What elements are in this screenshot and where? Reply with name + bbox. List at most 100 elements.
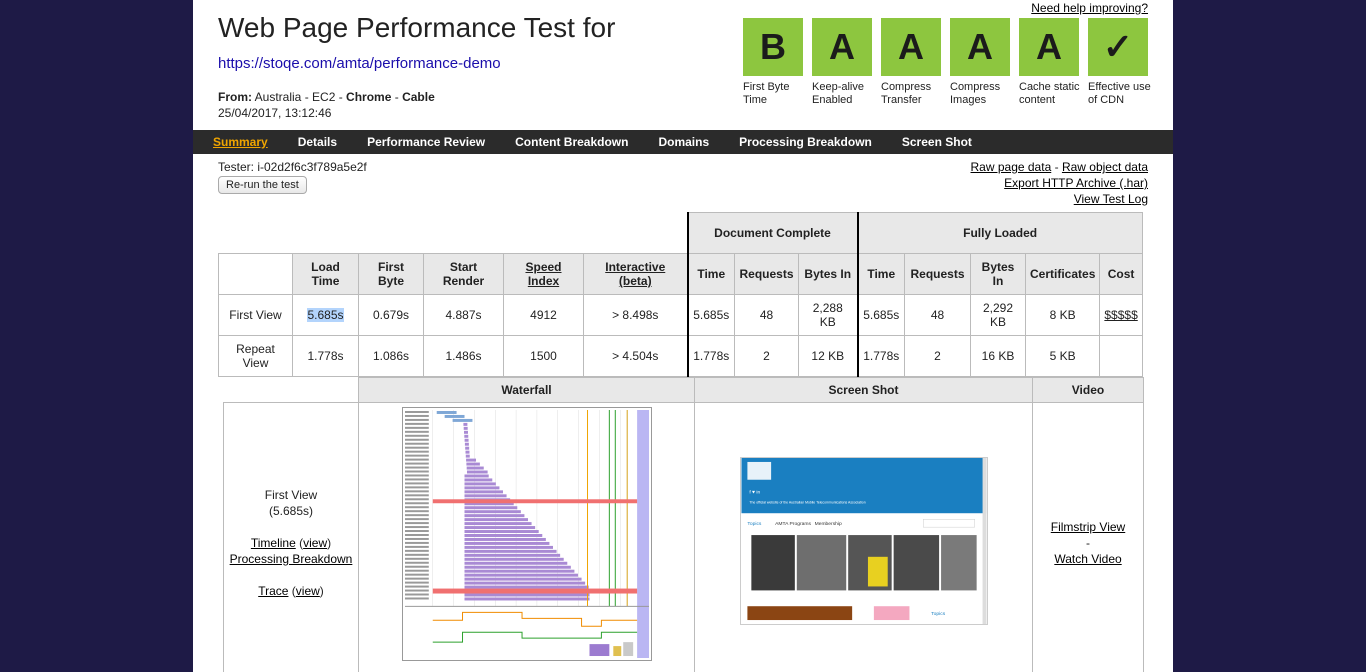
filmstrip-view-link[interactable]: Filmstrip View xyxy=(1051,520,1125,534)
cost-link[interactable]: $$$$$ xyxy=(1104,308,1137,322)
cell-start-render: 1.486s xyxy=(423,335,504,377)
video-links-separator: - xyxy=(1086,535,1090,550)
waterfall-row-label xyxy=(404,430,429,433)
waterfall-bar xyxy=(465,458,476,462)
highlight-row xyxy=(432,499,637,504)
screenshot-header: Screen Shot xyxy=(694,377,1033,403)
cell-speed-index: 4912 xyxy=(503,294,584,336)
tab-processing-breakdown[interactable]: Processing Breakdown xyxy=(739,135,872,149)
cell-doc-bytes: 2,288 KB xyxy=(798,294,858,336)
waterfall-bar xyxy=(464,530,539,534)
location-separator: - xyxy=(394,90,399,104)
grade-first-byte[interactable]: B First Byte Time xyxy=(743,18,812,107)
grade-keep-alive[interactable]: A Keep-alive Enabled xyxy=(812,18,881,107)
waterfall-bar xyxy=(464,474,489,478)
trace-view-link[interactable]: view xyxy=(296,584,320,598)
waterfall-thumbnail[interactable] xyxy=(401,407,652,661)
tab-screen-shot[interactable]: Screen Shot xyxy=(902,135,972,149)
grade-badge: A xyxy=(950,18,1010,76)
raw-object-data-link[interactable]: Raw object data xyxy=(1062,160,1148,174)
tab-content-breakdown[interactable]: Content Breakdown xyxy=(515,135,628,149)
tab-details[interactable]: Details xyxy=(298,135,337,149)
results-table: Document Complete Fully Loaded Load Time … xyxy=(218,212,1143,377)
cell-interactive: > 4.504s xyxy=(583,335,688,377)
waterfall-row-label xyxy=(404,466,429,469)
result-tabs: Summary Details Performance Review Conte… xyxy=(193,130,1173,154)
help-improving-link[interactable]: Need help improving? xyxy=(1031,1,1148,15)
waterfall-row-label xyxy=(404,438,429,441)
col-doc-bytes: Bytes In xyxy=(798,253,858,295)
waterfall-bar xyxy=(464,446,469,450)
tab-domains[interactable]: Domains xyxy=(658,135,709,149)
waterfall-row-label xyxy=(404,410,429,413)
test-datetime: 25/04/2017, 13:12:46 xyxy=(218,106,332,120)
waterfall-row-label xyxy=(404,510,429,513)
col-speed-index[interactable]: Speed Index xyxy=(503,253,584,295)
raw-page-data-link[interactable]: Raw page data xyxy=(971,160,1052,174)
col-certificates: Certificates xyxy=(1024,253,1101,295)
tab-summary[interactable]: Summary xyxy=(213,135,268,149)
grade-compress-transfer[interactable]: A Compress Transfer xyxy=(881,18,950,107)
waterfall-bar xyxy=(452,418,472,422)
cell-interactive: > 8.498s xyxy=(583,294,688,336)
trace-link[interactable]: Trace xyxy=(258,584,288,598)
fully-loaded-band xyxy=(636,410,649,658)
site-nav-membership: Membership xyxy=(814,521,841,527)
export-har-link[interactable]: Export HTTP Archive (.har) xyxy=(1004,176,1148,190)
col-full-requests: Requests xyxy=(904,253,971,295)
tab-performance-review[interactable]: Performance Review xyxy=(367,135,485,149)
first-view-cell: First View (5.685s) Timeline (view) Proc… xyxy=(223,402,359,672)
watch-video-link[interactable]: Watch Video xyxy=(1054,552,1121,566)
row-label: Repeat View xyxy=(218,335,293,377)
waterfall-bar xyxy=(464,573,578,577)
waterfall-bar xyxy=(464,581,585,585)
grade-cdn[interactable]: ✓ Effective use of CDN xyxy=(1088,18,1157,107)
waterfall-row-label xyxy=(404,502,429,505)
timeline-link[interactable]: Timeline xyxy=(251,536,296,550)
waterfall-row-label xyxy=(404,434,429,437)
waterfall-row-label xyxy=(404,446,429,449)
timeline-view-link[interactable]: view xyxy=(303,536,327,550)
waterfall-row-label xyxy=(404,462,429,465)
cell-full-requests: 48 xyxy=(904,294,971,336)
waterfall-row-label xyxy=(404,530,429,533)
grade-compress-images[interactable]: A Compress Images xyxy=(950,18,1019,107)
cell-doc-time: 1.778s xyxy=(686,335,735,377)
from-label: From: xyxy=(218,90,252,104)
view-test-log-link[interactable]: View Test Log xyxy=(1074,192,1148,206)
waterfall-row-label xyxy=(404,534,429,536)
site-logo xyxy=(746,461,771,480)
content-card xyxy=(746,606,852,621)
processing-breakdown-link[interactable]: Processing Breakdown xyxy=(230,552,353,566)
cell-doc-bytes: 12 KB xyxy=(798,335,858,377)
grade-label: Cache static content xyxy=(1019,81,1080,106)
waterfall-cell[interactable] xyxy=(358,402,695,672)
site-nav-programs: AMTA Programs xyxy=(775,521,811,527)
media-table: Waterfall Screen Shot Video First View (… xyxy=(223,377,1144,672)
col-interactive[interactable]: Interactive (beta) xyxy=(583,253,688,295)
screenshot-cell[interactable]: f ♥ in The official website of the Austr… xyxy=(694,402,1033,672)
cell-cost[interactable]: $$$$$ xyxy=(1099,294,1143,336)
rerun-test-button[interactable]: Re-run the test xyxy=(218,176,307,194)
links-separator: - xyxy=(1054,160,1059,174)
waterfall-bar xyxy=(464,450,469,454)
site-search-box xyxy=(922,519,975,528)
site-tagline: The official website of the Australian M… xyxy=(749,500,865,504)
grade-cache-static[interactable]: A Cache static content xyxy=(1019,18,1088,107)
waterfall-row-label xyxy=(404,494,429,497)
cell-first-byte: 1.086s xyxy=(358,335,424,377)
waterfall-row-label xyxy=(404,486,429,489)
cell-load-time: 1.778s xyxy=(292,335,359,377)
tested-url-link[interactable]: https://stoqe.com/amta/performance-demo xyxy=(218,55,501,72)
waterfall-row-label xyxy=(404,478,429,481)
page-screenshot-thumbnail[interactable]: f ♥ in The official website of the Austr… xyxy=(739,457,988,625)
waterfall-row-label xyxy=(404,573,429,576)
grade-label: First Byte Time xyxy=(743,81,790,106)
waterfall-bar xyxy=(464,486,499,490)
waterfall-bar xyxy=(466,470,488,474)
data-links: Raw page data - Raw object data Export H… xyxy=(971,159,1148,207)
waterfall-row-label xyxy=(404,458,429,461)
waterfall-bar xyxy=(464,565,571,569)
grade-badge: B xyxy=(743,18,803,76)
waterfall-grid xyxy=(432,410,620,607)
